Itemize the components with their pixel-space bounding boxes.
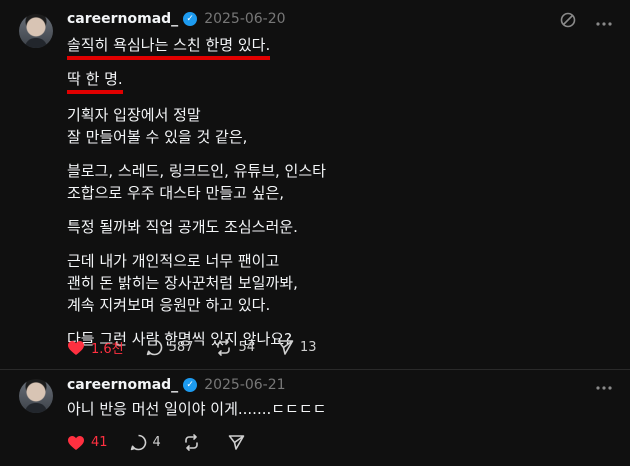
repost-arrows-icon	[185, 434, 198, 451]
post-header: careernomad_ ✓ 2025-06-21	[67, 375, 286, 395]
like-button[interactable]: 41	[67, 435, 108, 451]
post-card: careernomad_ ✓ 2025-06-21 아니 반응 머선 일이야 이…	[0, 370, 630, 466]
post-date[interactable]: 2025-06-21	[204, 377, 285, 393]
share-count: 13	[300, 340, 317, 355]
username[interactable]: careernomad_	[67, 11, 178, 27]
comment-bubble-icon	[130, 434, 146, 451]
repost-arrows-icon	[217, 339, 231, 356]
more-dots-icon[interactable]	[596, 378, 612, 393]
reply-button[interactable]: 587	[146, 339, 194, 356]
paragraph-line: 아니 반응 머선 일이야 이게.......ㄷㄷㄷㄷ	[67, 400, 327, 418]
post-actions: 41 4	[67, 434, 273, 451]
verified-badge-icon: ✓	[183, 12, 198, 26]
post-body: 솔직히 욕심나는 스친 한명 있다. 딱 한 명. 기획자 입장에서 정말 잘 …	[67, 34, 326, 350]
avatar[interactable]	[19, 14, 53, 48]
post-header: careernomad_ ✓ 2025-06-20	[67, 9, 286, 29]
repost-button[interactable]	[183, 434, 206, 451]
like-count: 41	[91, 435, 108, 450]
paragraph-line: 괜히 돈 밝히는 장사꾼처럼 보일까봐,	[67, 274, 298, 292]
post-top-actions	[560, 12, 612, 31]
like-count: 1.6천	[91, 342, 124, 357]
avatar[interactable]	[19, 379, 53, 413]
highlighted-line: 솔직히 욕심나는 스친 한명 있다.	[67, 35, 271, 60]
reply-count: 587	[168, 340, 194, 355]
reply-count: 4	[152, 435, 161, 450]
paragraph-line: 조합으로 우주 대스타 만들고 싶은,	[67, 184, 285, 202]
highlighted-line: 딱 한 명.	[67, 69, 123, 94]
paragraph-line: 계속 지켜보며 응원만 하고 있다.	[67, 296, 271, 314]
share-arrow-icon	[277, 340, 294, 355]
paragraph-line: 특정 될까봐 직업 공개도 조심스러운.	[67, 218, 298, 236]
paragraph-line: 잘 만들어볼 수 있을 것 같은,	[67, 128, 248, 146]
verified-badge-icon: ✓	[183, 378, 198, 392]
post-actions: 1.6천 587 54 13	[67, 338, 339, 357]
heart-filled-icon	[68, 435, 84, 450]
comment-bubble-icon	[146, 339, 162, 356]
repost-count: 54	[238, 340, 256, 355]
like-button[interactable]: 1.6천	[67, 338, 124, 357]
paragraph-line: 기획자 입장에서 정말	[67, 106, 201, 124]
share-arrow-icon	[228, 435, 245, 450]
share-button[interactable]	[228, 434, 251, 451]
reply-button[interactable]: 4	[130, 434, 161, 451]
post-date[interactable]: 2025-06-20	[204, 11, 285, 27]
post-body: 아니 반응 머선 일이야 이게.......ㄷㄷㄷㄷ	[67, 398, 326, 420]
repost-button[interactable]: 54	[215, 339, 255, 356]
username[interactable]: careernomad_	[67, 377, 178, 393]
post-top-actions	[596, 378, 612, 393]
paragraph-line: 블로그, 스레드, 링크드인, 유튜브, 인스타	[67, 162, 326, 180]
more-dots-icon[interactable]	[596, 14, 612, 29]
heart-filled-icon	[68, 340, 84, 355]
share-button[interactable]: 13	[277, 339, 317, 356]
translate-icon[interactable]	[560, 12, 576, 31]
paragraph-line: 근데 내가 개인적으로 너무 팬이고	[67, 252, 280, 270]
post-card: careernomad_ ✓ 2025-06-20 솔직히 욕심나는 스친 한명…	[0, 0, 630, 370]
